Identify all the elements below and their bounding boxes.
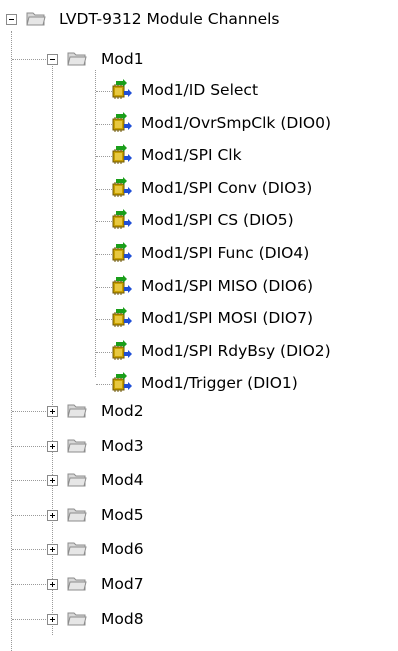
folder-icon — [67, 439, 87, 453]
tree-node-channel-7[interactable]: Mod1/SPI MISO (DIO6) — [0, 273, 398, 299]
expand-toggle-mod7[interactable] — [47, 579, 58, 590]
folder-icon — [26, 12, 46, 26]
tree-node-label-channel: Mod1/SPI MISO (DIO6) — [141, 276, 314, 295]
channel-icon — [112, 176, 132, 197]
tree-node-mod6[interactable]: Mod6 — [0, 536, 398, 562]
tree-node-label-module: Mod5 — [101, 505, 144, 524]
tree-node-label-module: Mod3 — [101, 436, 144, 455]
tree-node-label-channel: Mod1/SPI CS (DIO5) — [141, 211, 294, 230]
expand-toggle-mod8[interactable] — [47, 613, 58, 625]
tree-node-mod8[interactable]: Mod8 — [0, 606, 398, 632]
channel-icon — [112, 111, 132, 132]
tree-node-label-channel: Mod1/SPI Func (DIO4) — [141, 244, 310, 262]
tree-node-label-channel: Mod1/OvrSmpClk (DIO0) — [141, 113, 331, 132]
folder-icon — [67, 473, 87, 487]
tree-node-mod3[interactable]: Mod3 — [0, 433, 398, 459]
tree-node-label-channel: Mod1/Trigger (DIO1) — [141, 374, 298, 393]
tree-node-label-channel: Mod1/SPI Conv (DIO3) — [141, 178, 313, 197]
tree-node-channel-2[interactable]: Mod1/OvrSmpClk (DIO0) — [0, 110, 398, 136]
tree-node-label-channel: Mod1/SPI RdyBsy (DIO2) — [141, 341, 331, 360]
folder-icon — [67, 404, 87, 418]
tree-node-root[interactable]: LVDT-9312 Module Channels — [0, 6, 398, 32]
channel-icon — [112, 372, 132, 393]
tree-node-channel-9[interactable]: Mod1/SPI RdyBsy (DIO2) — [0, 338, 398, 364]
expand-toggle-mod6[interactable] — [47, 544, 58, 556]
tree-node-label-root: LVDT-9312 Module Channels — [59, 10, 280, 28]
tree-node-mod7[interactable]: Mod7 — [0, 571, 398, 597]
tree-node-label-channel: Mod1/SPI MOSI (DIO7) — [141, 309, 314, 328]
expand-toggle-mod2[interactable] — [47, 406, 58, 417]
tree-node-channel-1[interactable]: Mod1/ID Select — [0, 77, 398, 103]
expand-toggle-mod5[interactable] — [47, 509, 58, 521]
tree-node-label-module: Mod2 — [101, 402, 144, 420]
tree-node-mod5[interactable]: Mod5 — [0, 502, 398, 528]
channel-icon — [112, 339, 132, 360]
tree-node-label-channel: Mod1/SPI Clk — [141, 146, 242, 165]
tree-node-mod4[interactable]: Mod4 — [0, 467, 398, 493]
collapse-toggle-root[interactable] — [6, 14, 17, 25]
tree-node-label-channel: Mod1/ID Select — [141, 81, 259, 99]
channel-icon — [112, 79, 132, 99]
expand-toggle-mod3[interactable] — [47, 440, 58, 452]
tree-node-label-module: Mod7 — [101, 575, 144, 593]
channel-icon — [112, 209, 132, 230]
folder-icon — [67, 52, 87, 66]
tree-node-label-module: Mod6 — [101, 540, 144, 559]
tree-node-label-module: Mod4 — [101, 471, 144, 490]
tree-node-channel-6[interactable]: Mod1/SPI Func (DIO4) — [0, 240, 398, 266]
channel-icon — [112, 144, 132, 165]
folder-icon — [67, 508, 87, 522]
collapse-toggle-mod1[interactable] — [47, 54, 58, 65]
tree-node-channel-3[interactable]: Mod1/SPI Clk — [0, 142, 398, 168]
folder-icon — [67, 612, 87, 626]
channel-icon — [112, 242, 132, 262]
channel-icon — [112, 307, 132, 328]
channel-icon — [112, 274, 132, 295]
tree-node-channel-8[interactable]: Mod1/SPI MOSI (DIO7) — [0, 305, 398, 331]
module-channel-tree: LVDT-9312 Module Channels Mod1 Mod1/ID S… — [0, 0, 398, 651]
tree-node-channel-4[interactable]: Mod1/SPI Conv (DIO3) — [0, 175, 398, 201]
tree-node-mod2[interactable]: Mod2 — [0, 398, 398, 424]
tree-node-label-module: Mod8 — [101, 609, 144, 628]
folder-icon — [67, 577, 87, 591]
tree-node-channel-10[interactable]: Mod1/Trigger (DIO1) — [0, 370, 398, 396]
tree-node-mod1[interactable]: Mod1 — [0, 46, 398, 72]
tree-node-label-mod1: Mod1 — [101, 50, 144, 68]
expand-toggle-mod4[interactable] — [47, 475, 58, 487]
tree-node-channel-5[interactable]: Mod1/SPI CS (DIO5) — [0, 207, 398, 233]
folder-icon — [67, 542, 87, 556]
